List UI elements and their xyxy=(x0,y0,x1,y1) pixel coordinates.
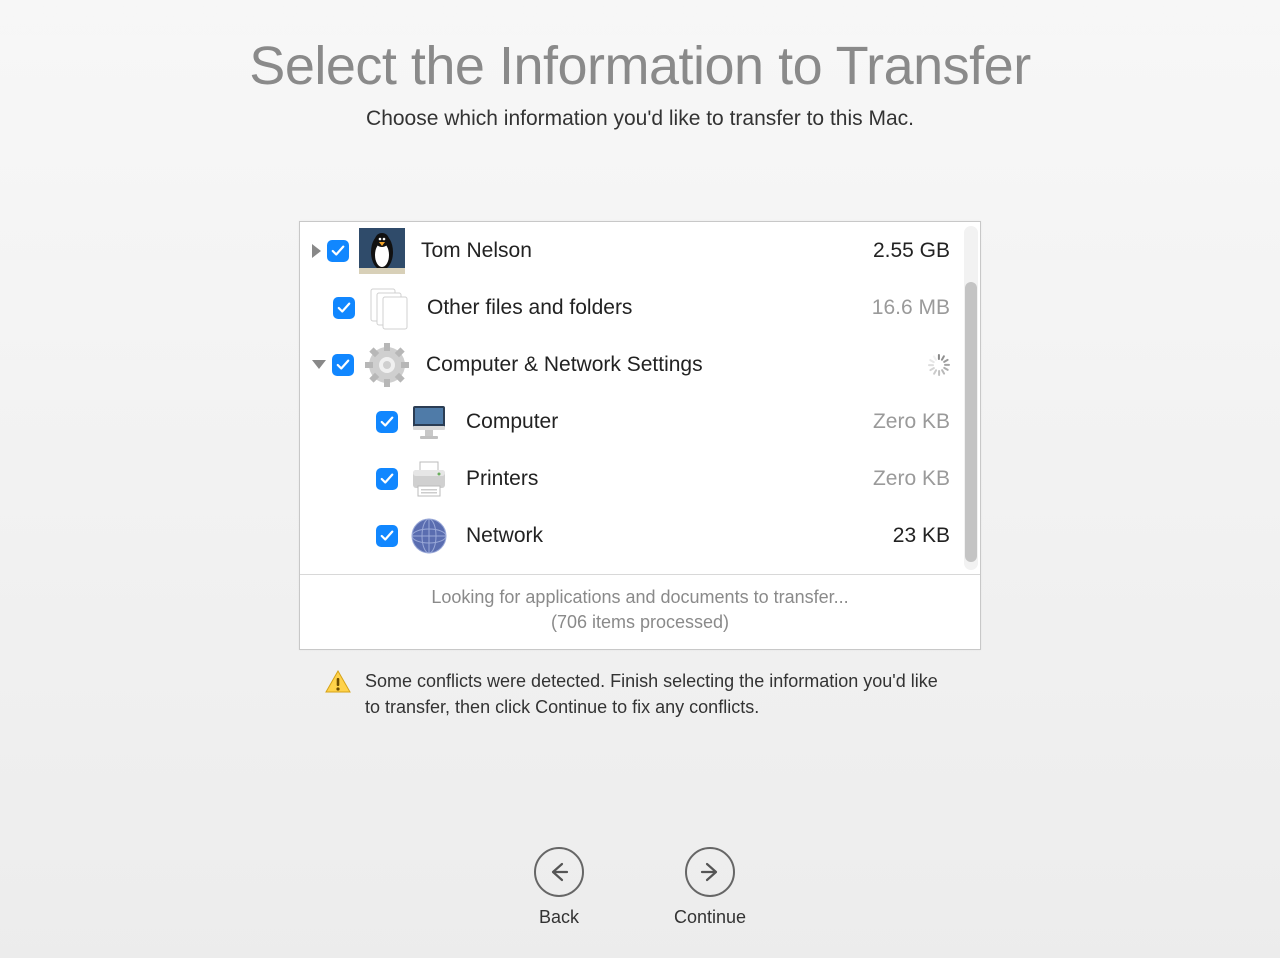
disclosure-down-icon[interactable] xyxy=(312,360,326,369)
back-label: Back xyxy=(539,907,579,928)
list-item-other-files[interactable]: Other files and folders 16.6 MB xyxy=(300,279,980,336)
warning-text: Some conflicts were detected. Finish sel… xyxy=(365,668,955,720)
item-size: 23 KB xyxy=(893,524,950,548)
warning-icon xyxy=(325,670,351,694)
printer-icon xyxy=(408,458,450,500)
spinner-icon xyxy=(928,354,950,376)
page-title: Select the Information to Transfer xyxy=(0,35,1280,97)
scrollbar-thumb[interactable] xyxy=(965,282,977,562)
item-label: Printers xyxy=(466,467,873,491)
page-subtitle: Choose which information you'd like to t… xyxy=(0,107,1280,131)
continue-button[interactable]: Continue xyxy=(674,847,746,928)
item-size: Zero KB xyxy=(873,410,950,434)
checkbox[interactable] xyxy=(332,354,354,376)
status-line1: Looking for applications and documents t… xyxy=(300,585,980,610)
list-item-settings[interactable]: Computer & Network Settings xyxy=(300,336,980,393)
checkbox[interactable] xyxy=(376,468,398,490)
transfer-panel: Tom Nelson 2.55 GB Other files and folde… xyxy=(299,221,981,650)
item-label: Network xyxy=(466,524,893,548)
item-label: Other files and folders xyxy=(427,296,872,320)
arrow-left-icon xyxy=(534,847,584,897)
disclosure-right-icon[interactable] xyxy=(312,244,321,258)
arrow-right-icon xyxy=(685,847,735,897)
checkbox[interactable] xyxy=(376,525,398,547)
nav-row: Back Continue xyxy=(0,847,1280,928)
files-icon xyxy=(365,285,411,331)
status-line2: (706 items processed) xyxy=(300,610,980,635)
imac-icon xyxy=(408,401,450,443)
item-size: 16.6 MB xyxy=(872,296,950,320)
continue-label: Continue xyxy=(674,907,746,928)
list-item-printers[interactable]: Printers Zero KB xyxy=(300,450,980,507)
transfer-list: Tom Nelson 2.55 GB Other files and folde… xyxy=(300,222,980,575)
checkbox[interactable] xyxy=(327,240,349,262)
item-label: Tom Nelson xyxy=(421,239,873,263)
item-label: Computer xyxy=(466,410,873,434)
status-area: Looking for applications and documents t… xyxy=(300,575,980,649)
penguin-avatar-icon xyxy=(359,228,405,274)
item-size: Zero KB xyxy=(873,467,950,491)
gear-icon xyxy=(364,342,410,388)
network-globe-icon xyxy=(408,515,450,557)
list-item-network[interactable]: Network 23 KB xyxy=(300,507,980,564)
list-item-computer[interactable]: Computer Zero KB xyxy=(300,393,980,450)
warning-row: Some conflicts were detected. Finish sel… xyxy=(325,668,955,720)
checkbox[interactable] xyxy=(376,411,398,433)
item-label: Computer & Network Settings xyxy=(426,353,928,377)
item-size: 2.55 GB xyxy=(873,239,950,263)
back-button[interactable]: Back xyxy=(534,847,584,928)
list-item-user[interactable]: Tom Nelson 2.55 GB xyxy=(300,222,980,279)
checkbox[interactable] xyxy=(333,297,355,319)
